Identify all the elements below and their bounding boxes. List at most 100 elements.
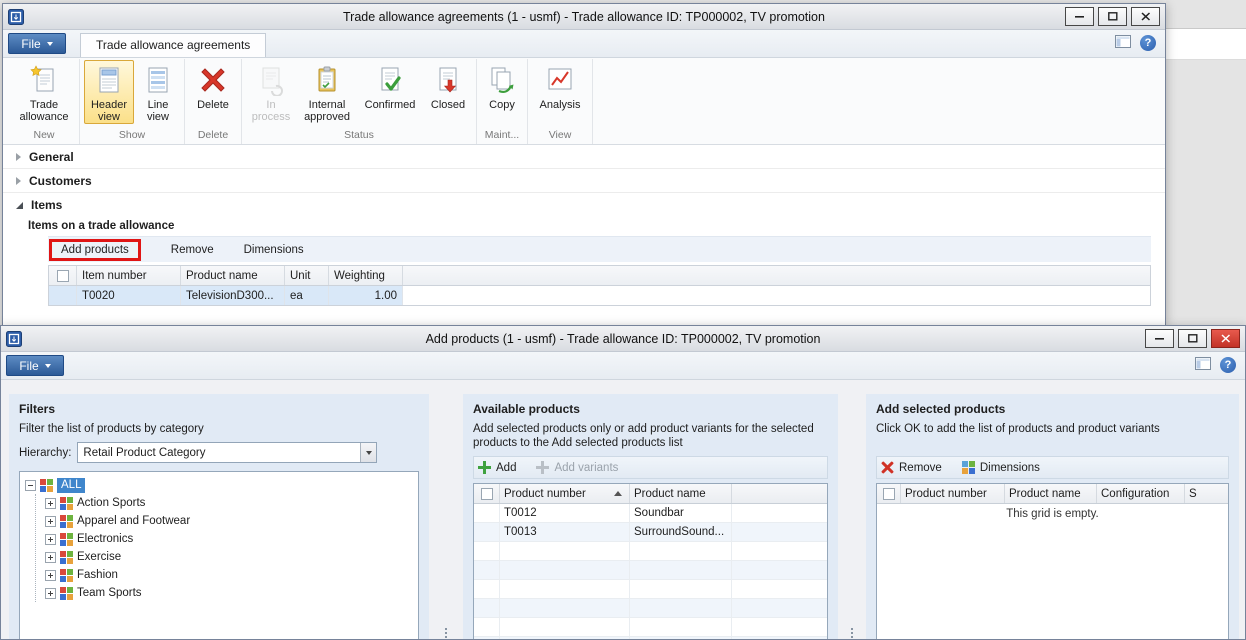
checkbox-icon xyxy=(57,270,69,282)
tree-node-apparel-and-footwear[interactable]: Apparel and Footwear xyxy=(45,512,418,530)
category-icon xyxy=(60,497,73,510)
empty-row[interactable] xyxy=(474,542,827,561)
maximize-button[interactable] xyxy=(1098,7,1127,26)
analysis-icon xyxy=(544,64,576,96)
empty-row[interactable] xyxy=(474,618,827,637)
filters-heading: Filters xyxy=(19,402,419,416)
table-row[interactable]: T0020 TelevisionD300... ea 1.00 xyxy=(49,286,1150,305)
section-customers[interactable]: Customers xyxy=(3,169,1165,193)
tab-trade-allowance-agreements[interactable]: Trade allowance agreements xyxy=(80,33,266,57)
panel-splitter[interactable] xyxy=(429,394,463,639)
internal-approved-button[interactable]: Internal approved xyxy=(298,60,356,124)
plus-icon xyxy=(536,461,549,474)
confirmed-button[interactable]: Confirmed xyxy=(358,60,422,124)
expand-expander-icon[interactable] xyxy=(45,498,56,509)
minimize-button[interactable] xyxy=(1145,329,1174,348)
tree-node-fashion[interactable]: Fashion xyxy=(45,566,418,584)
select-all-checkbox[interactable] xyxy=(49,266,77,285)
closed-icon xyxy=(432,64,464,96)
line-view-button[interactable]: Line view xyxy=(136,60,180,124)
closed-button[interactable]: Closed xyxy=(424,60,472,124)
maximize-button[interactable] xyxy=(1178,329,1207,348)
column-weighting[interactable]: Weighting xyxy=(329,266,403,285)
dimensions-button[interactable]: Dimensions xyxy=(244,244,304,256)
layout-icon[interactable] xyxy=(1195,357,1211,373)
sort-ascending-icon xyxy=(614,487,622,496)
main-titlebar[interactable]: Trade allowance agreements (1 - usmf) - … xyxy=(3,4,1165,30)
expand-expander-icon[interactable] xyxy=(45,516,56,527)
table-row[interactable]: T0012 Soundbar xyxy=(474,504,827,523)
close-button[interactable] xyxy=(1211,329,1240,348)
select-all-checkbox[interactable] xyxy=(474,484,500,503)
tree-node-team-sports[interactable]: Team Sports xyxy=(45,584,418,602)
dimensions-button[interactable]: Dimensions xyxy=(962,461,1040,474)
column-product-name[interactable]: Product name xyxy=(630,484,732,503)
remove-button[interactable]: Remove xyxy=(171,244,214,256)
analysis-button[interactable]: Analysis xyxy=(532,60,588,124)
help-icon[interactable]: ? xyxy=(1220,357,1236,373)
tree-node-action-sports[interactable]: Action Sports xyxy=(45,494,418,512)
items-grid: Item number Product name Unit Weighting … xyxy=(48,265,1151,306)
remove-button[interactable]: Remove xyxy=(881,461,942,474)
delete-button[interactable]: Delete xyxy=(189,60,237,124)
expand-expander-icon[interactable] xyxy=(45,552,56,563)
hierarchy-select[interactable]: Retail Product Category xyxy=(77,442,377,463)
trade-allowance-window: Trade allowance agreements (1 - usmf) - … xyxy=(2,3,1166,325)
new-trade-allowance-icon xyxy=(28,64,60,96)
expand-expander-icon[interactable] xyxy=(45,588,56,599)
group-label-maintain: Maint... xyxy=(481,128,523,144)
column-size[interactable]: S xyxy=(1185,484,1228,503)
column-product-name[interactable]: Product name xyxy=(1005,484,1097,503)
add-products-button[interactable]: Add products xyxy=(49,239,141,261)
copy-button[interactable]: Copy xyxy=(481,60,523,124)
main-window-title: Trade allowance agreements (1 - usmf) - … xyxy=(3,10,1165,24)
filters-description: Filter the list of products by category xyxy=(19,422,419,436)
checkbox-icon xyxy=(481,488,493,500)
empty-row[interactable] xyxy=(474,580,827,599)
layout-icon[interactable] xyxy=(1115,35,1131,51)
column-product-name[interactable]: Product name xyxy=(181,266,285,285)
tree-node-label: Electronics xyxy=(77,533,133,545)
expand-expander-icon[interactable] xyxy=(45,534,56,545)
selected-grid: Product number Product name Configuratio… xyxy=(876,483,1229,640)
tree-node-exercise[interactable]: Exercise xyxy=(45,548,418,566)
file-menu-button[interactable]: File xyxy=(6,355,64,376)
add-selected-products-panel: Add selected products Click OK to add th… xyxy=(866,394,1239,640)
empty-row[interactable] xyxy=(474,599,827,618)
category-icon xyxy=(60,569,73,582)
minimize-button[interactable] xyxy=(1065,7,1094,26)
help-icon[interactable]: ? xyxy=(1140,35,1156,51)
column-item-number[interactable]: Item number xyxy=(77,266,181,285)
trade-allowance-button[interactable]: Trade allowance xyxy=(13,60,75,124)
group-label-status: Status xyxy=(246,128,472,144)
column-product-number[interactable]: Product number xyxy=(500,484,630,503)
available-description: Add selected products only or add produc… xyxy=(473,422,828,450)
expanded-triangle-icon xyxy=(16,202,23,209)
add-button[interactable]: Add xyxy=(478,461,516,474)
select-all-checkbox[interactable] xyxy=(877,484,901,503)
collapse-triangle-icon xyxy=(16,153,21,161)
tree-node-all[interactable]: ALL xyxy=(25,476,418,494)
panel-splitter[interactable] xyxy=(838,394,866,639)
dropdown-button[interactable] xyxy=(360,443,376,462)
section-general[interactable]: General xyxy=(3,145,1165,169)
category-tree: ALL Action Sports Apparel and Footwear xyxy=(19,471,419,640)
add-variants-button: Add variants xyxy=(536,461,618,474)
selected-heading: Add selected products xyxy=(876,402,1229,416)
expand-expander-icon[interactable] xyxy=(45,570,56,581)
column-configuration[interactable]: Configuration xyxy=(1097,484,1185,503)
category-icon xyxy=(60,515,73,528)
tree-node-electronics[interactable]: Electronics xyxy=(45,530,418,548)
header-view-button[interactable]: Header view xyxy=(84,60,134,124)
column-unit[interactable]: Unit xyxy=(285,266,329,285)
file-menu-button[interactable]: File xyxy=(8,33,66,54)
dialog-titlebar[interactable]: Add products (1 - usmf) - Trade allowanc… xyxy=(1,326,1245,352)
collapse-expander-icon[interactable] xyxy=(25,480,36,491)
table-row[interactable]: T0013 SurroundSound... xyxy=(474,523,827,542)
dimensions-icon xyxy=(962,461,975,474)
column-product-number[interactable]: Product number xyxy=(901,484,1005,503)
section-items[interactable]: Items xyxy=(3,193,1165,217)
empty-row[interactable] xyxy=(474,561,827,580)
screen: Trade allowance agreements (1 - usmf) - … xyxy=(0,0,1246,640)
close-button[interactable] xyxy=(1131,7,1160,26)
